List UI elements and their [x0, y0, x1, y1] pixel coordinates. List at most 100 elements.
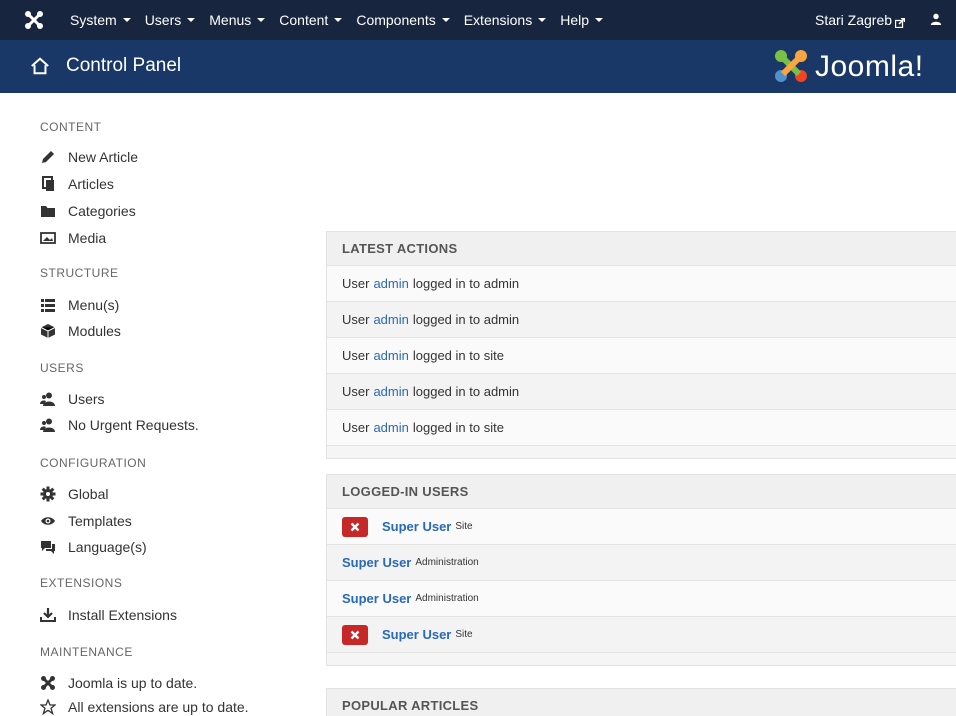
action-prefix: User [342, 384, 370, 399]
caret-down-icon [538, 18, 547, 22]
list-item: User admin logged in to admin [327, 266, 956, 302]
menu-users[interactable]: Users [145, 12, 196, 28]
star-icon [40, 699, 56, 715]
joomla-brand: Joomla! [773, 48, 956, 86]
action-user-link[interactable]: admin [373, 276, 408, 291]
sidebar-item-label: Install Extensions [68, 607, 177, 623]
user-icon [930, 13, 942, 28]
action-prefix: User [342, 312, 370, 327]
logout-button[interactable] [342, 516, 368, 537]
menu-content[interactable]: Content [279, 12, 343, 28]
action-user-link[interactable]: admin [373, 348, 408, 363]
menu-menus[interactable]: Menus [209, 12, 266, 28]
site-link[interactable]: Stari Zagreb [815, 0, 906, 40]
logout-button[interactable] [342, 624, 368, 645]
sidebar-item-label: All extensions are up to date. [68, 699, 249, 715]
menu-help[interactable]: Help [560, 12, 603, 28]
sidebar-item-extensions-update[interactable]: All extensions are up to date. [40, 697, 249, 716]
caret-down-icon [257, 18, 266, 22]
sidebar-item-categories[interactable]: Categories [40, 201, 136, 221]
sidebar-item-label: Categories [68, 203, 136, 219]
menu-system-label: System [70, 12, 117, 28]
site-name: Stari Zagreb [815, 12, 893, 28]
popular-articles-heading: POPULAR ARTICLES [327, 689, 956, 716]
action-text: logged in to site [412, 348, 504, 363]
sidebar-item-articles[interactable]: Articles [40, 174, 114, 194]
page-header: Control Panel Joomla! [0, 40, 956, 93]
sidebar-item-languages[interactable]: Language(s) [40, 537, 147, 557]
sidebar-item-label: Modules [68, 323, 121, 339]
sidebar-item-joomla-update[interactable]: Joomla is up to date. [40, 673, 197, 693]
external-link-icon [894, 15, 906, 29]
panel-footer [327, 653, 956, 665]
list-icon [40, 297, 56, 313]
menu-system[interactable]: System [70, 12, 131, 28]
sidebar-item-users[interactable]: Users [40, 389, 105, 409]
section-heading-extensions: EXTENSIONS [40, 576, 123, 590]
panel-footer [327, 446, 956, 458]
sidebar-item-modules[interactable]: Modules [40, 321, 121, 341]
sidebar-item-label: No Urgent Requests. [68, 417, 199, 433]
sidebar-item-label: New Article [68, 149, 139, 165]
popular-articles-panel: POPULAR ARTICLES [326, 688, 956, 716]
sidebar-item-label: Menu(s) [68, 297, 120, 313]
section-heading-maintenance: MAINTENANCE [40, 645, 133, 659]
close-icon [350, 630, 360, 639]
menu-content-label: Content [279, 12, 329, 28]
action-prefix: User [342, 348, 370, 363]
action-user-link[interactable]: admin [373, 312, 408, 327]
caret-down-icon [595, 18, 603, 22]
copy-icon [40, 176, 56, 192]
list-item: Super User Administration [327, 545, 956, 581]
list-item: User admin logged in to admin [327, 374, 956, 410]
list-item: User admin logged in to site [327, 338, 956, 374]
sidebar-item-install-extensions[interactable]: Install Extensions [40, 605, 177, 625]
caret-down-icon [122, 18, 131, 22]
menu-components[interactable]: Components [356, 12, 450, 28]
sidebar-item-label: Language(s) [68, 539, 147, 555]
list-item: Super User Site [327, 617, 956, 653]
action-user-link[interactable]: admin [373, 384, 408, 399]
sidebar-item-new-article[interactable]: New Article [40, 147, 138, 167]
sidebar-item-label: Users [68, 391, 105, 407]
caret-down-icon [187, 18, 196, 22]
caret-down-icon [334, 18, 343, 22]
eye-icon [40, 513, 56, 529]
joomla-brand-icon [773, 48, 809, 86]
users-icon [40, 391, 56, 407]
sidebar-item-menus[interactable]: Menu(s) [40, 295, 119, 315]
user-menu[interactable] [930, 0, 942, 40]
user-name-link[interactable]: Super User [342, 555, 411, 570]
action-text: logged in to admin [412, 276, 520, 291]
latest-actions-panel: LATEST ACTIONS User admin logged in to adm… [326, 231, 956, 459]
user-name-link[interactable]: Super User [382, 627, 451, 642]
action-text: logged in to site [412, 420, 504, 435]
menu-menus-label: Menus [209, 12, 252, 28]
sidebar-item-label: Joomla is up to date. [68, 675, 198, 691]
pencil-icon [40, 149, 56, 165]
user-name-link[interactable]: Super User [382, 519, 451, 534]
menu-extensions-label: Extensions [463, 12, 533, 28]
sidebar-item-templates[interactable]: Templates [40, 511, 132, 531]
action-prefix: User [342, 276, 370, 291]
gear-icon [40, 486, 56, 502]
sidebar-item-label: Templates [68, 513, 132, 529]
user-name-link[interactable]: Super User [342, 591, 411, 606]
menu-extensions[interactable]: Extensions [463, 12, 547, 28]
logged-in-users-panel: LOGGED-IN USERS Super User Site Super Use… [326, 474, 956, 666]
menu-users-label: Users [144, 12, 182, 28]
sidebar-item-global[interactable]: Global [40, 484, 108, 504]
joomla-logo-icon[interactable] [24, 10, 44, 30]
action-user-link[interactable]: admin [373, 420, 408, 435]
section-heading-content: CONTENT [40, 120, 102, 134]
sidebar-item-label: Articles [68, 176, 114, 192]
sidebar-item-urgent-requests[interactable]: No Urgent Requests. [40, 415, 199, 435]
section-heading-structure: STRUCTURE [40, 266, 119, 280]
user-context: Administration [415, 557, 479, 568]
sidebar: CONTENT New Article Articles Categories … [0, 93, 300, 716]
comments-icon [40, 539, 56, 555]
sidebar-item-label: Media [68, 230, 107, 246]
sidebar-item-media[interactable]: Media [40, 228, 106, 248]
top-navbar: System Users Menus Content Components Ex… [0, 0, 956, 40]
menu-help-label: Help [560, 12, 589, 28]
